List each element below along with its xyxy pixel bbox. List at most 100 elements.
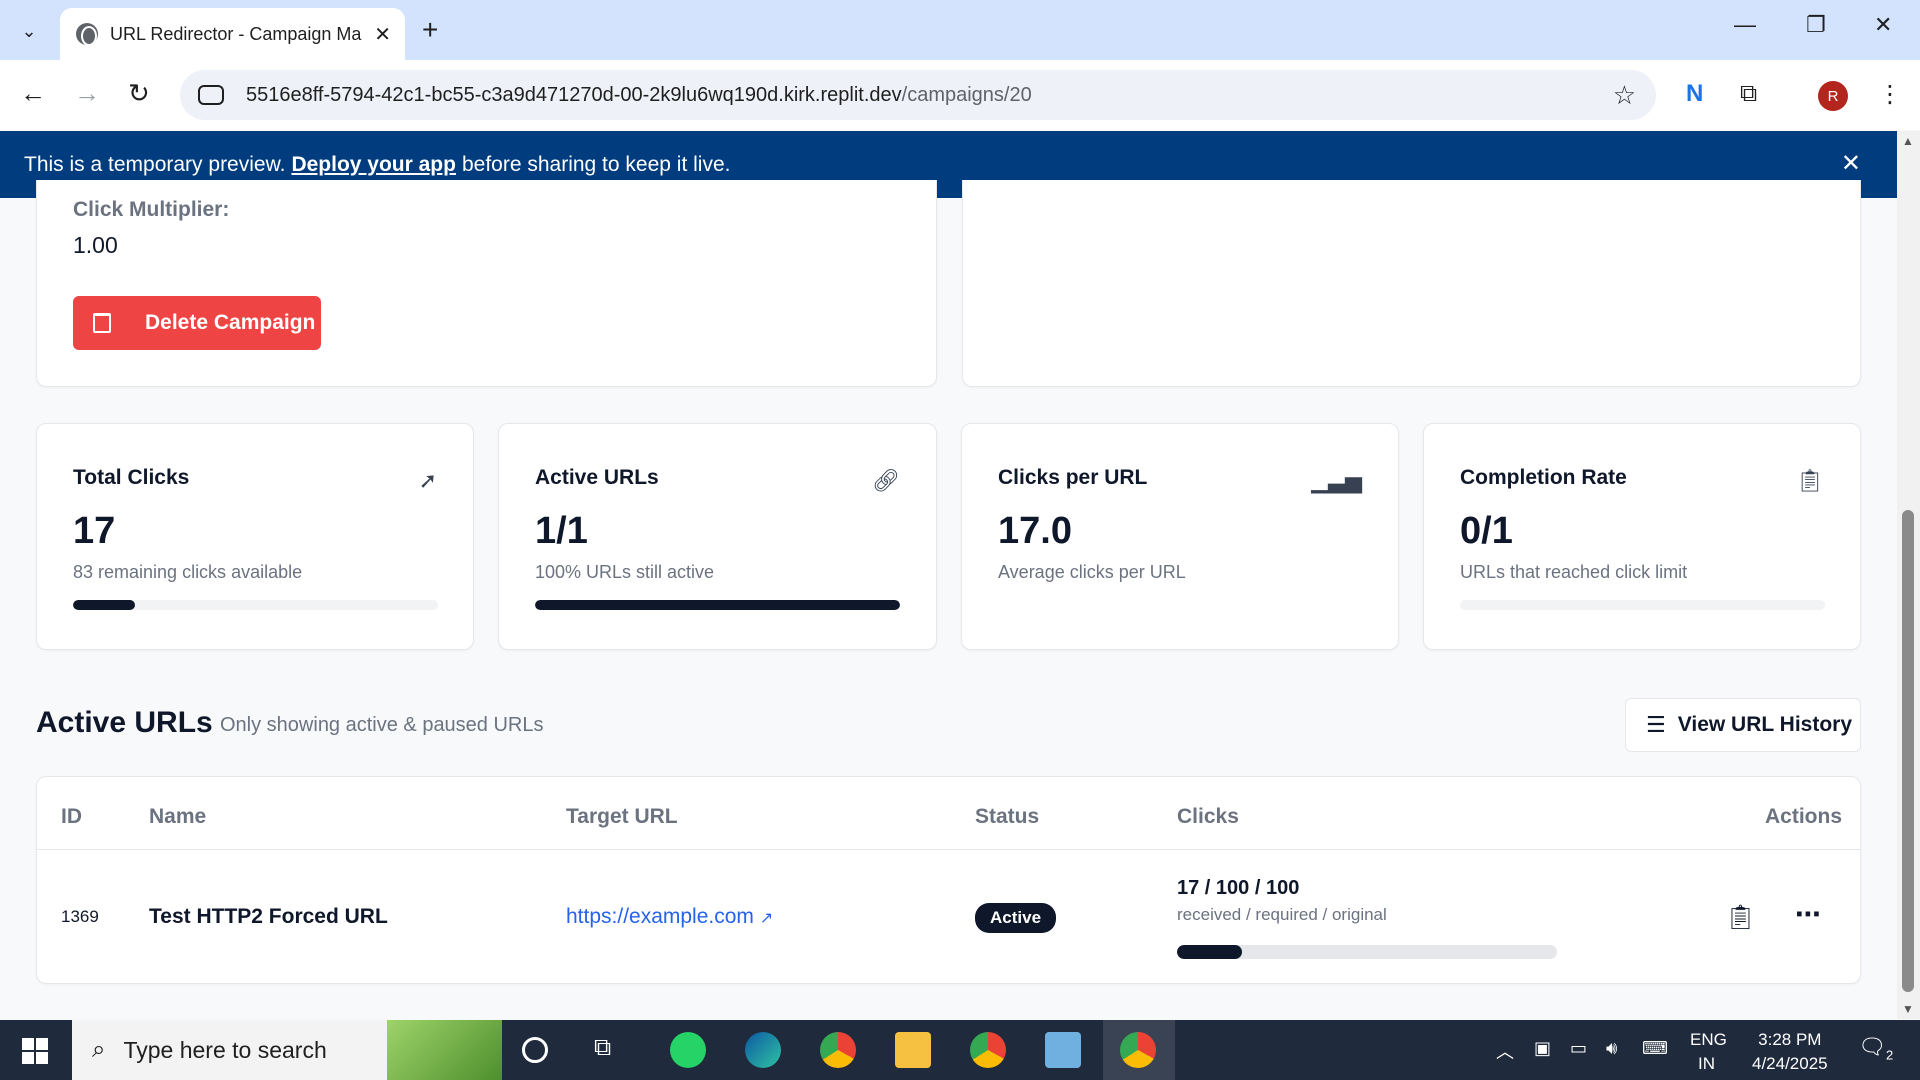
tray-chevron-icon[interactable]: ︿ — [1496, 1038, 1514, 1064]
scroll-down-arrow-icon[interactable]: ▼ — [1902, 1002, 1914, 1016]
column-header: ID — [61, 805, 82, 828]
more-menu-icon[interactable]: ⋮ — [1878, 80, 1902, 109]
address-url: 5516e8ff-5794-42c1-bc55-c3a9d471270d-00-… — [246, 83, 1032, 106]
extensions-puzzle-icon[interactable]: ⧉ — [1740, 80, 1757, 108]
target-url-link[interactable]: https://example.com ↗ — [566, 905, 773, 929]
extension-icon[interactable]: N — [1686, 80, 1703, 108]
file-explorer-icon[interactable] — [895, 1032, 931, 1068]
reload-icon[interactable]: ↻ — [128, 78, 150, 109]
keyboard-icon[interactable]: ⌨ — [1642, 1038, 1668, 1059]
stat-card-clicks-per-url: Clicks per URL ▁▃▅ 17.0 Average clicks p… — [961, 423, 1399, 650]
clicks-count: 17 / 100 / 100 — [1177, 877, 1300, 899]
clipboard-icon[interactable]: 📋︎ — [1725, 903, 1755, 932]
browser-tab[interactable]: URL Redirector - Campaign Ma ✕ — [60, 8, 405, 60]
windows-taskbar: ⌕ Type here to search ⧉ ︿ ▣ ▭ 🔊︎ ⌨ ENG I… — [0, 1020, 1920, 1080]
campaign-details-card: Click Multiplier: 1.00 — [36, 180, 937, 387]
column-header: Actions — [1765, 805, 1843, 828]
stat-progress-bar — [1460, 600, 1825, 610]
urls-table: ID Name Target URL Status Clicks Actions… — [36, 776, 1861, 984]
restore-icon[interactable]: ❐ — [1806, 12, 1826, 38]
notifications-icon[interactable]: 🗨︎2 — [1858, 1034, 1893, 1062]
scroll-up-arrow-icon[interactable]: ▲ — [1902, 134, 1914, 148]
row-name: Test HTTP2 Forced URL — [149, 905, 388, 928]
column-header: Status — [975, 805, 1040, 828]
battery-icon[interactable]: ▭ — [1570, 1038, 1587, 1059]
minimize-icon[interactable]: — — [1734, 12, 1756, 38]
site-info-icon[interactable] — [198, 85, 224, 105]
lang-code: ENG — [1690, 1030, 1727, 1049]
cortana-icon[interactable] — [522, 1037, 548, 1063]
close-window-icon[interactable]: ✕ — [1874, 12, 1892, 38]
volume-icon[interactable]: 🔊︎ — [1606, 1038, 1617, 1059]
banner-text: This is a temporary preview. — [24, 152, 286, 176]
windows-start-icon[interactable] — [22, 1038, 48, 1064]
tab-search-chevron-icon[interactable]: ⌄ — [12, 14, 46, 48]
stat-card-total-clicks: Total Clicks ➚ 17 83 remaining clicks av… — [36, 423, 474, 650]
list-icon: ☰ — [1646, 712, 1666, 737]
more-actions-icon[interactable]: ⋯ — [1795, 899, 1821, 930]
stat-value: 0/1 — [1460, 510, 1513, 552]
view-url-history-label: View URL History — [1677, 713, 1853, 736]
meet-icon[interactable]: ▣ — [1534, 1038, 1551, 1059]
back-icon[interactable]: ← — [20, 78, 46, 109]
stat-title: Completion Rate — [1460, 466, 1627, 489]
search-icon: ⌕ — [92, 1036, 106, 1063]
multiplier-label: Click Multiplier: — [73, 198, 230, 221]
language-indicator[interactable]: ENG IN — [1690, 1028, 1727, 1076]
delete-campaign-button[interactable]: Delete Campaign — [73, 296, 321, 350]
edge-icon[interactable] — [745, 1032, 781, 1068]
clock-time: 3:28 PM — [1758, 1030, 1822, 1049]
scrollbar-thumb[interactable] — [1902, 510, 1914, 992]
profile-avatar[interactable]: R — [1818, 81, 1848, 111]
stat-subtitle: URLs that reached click limit — [1460, 562, 1688, 582]
link-icon: 🔗︎ — [872, 468, 900, 493]
external-link-icon: ↗ — [759, 910, 774, 927]
task-view-icon[interactable]: ⧉ — [594, 1034, 630, 1070]
stat-title: Active URLs — [535, 466, 659, 489]
chrome-profile-r-icon[interactable] — [1120, 1032, 1156, 1068]
deploy-link[interactable]: Deploy your app — [291, 153, 456, 177]
view-url-history-button[interactable]: ☰ View URL History — [1625, 698, 1861, 752]
chrome-profile-g-icon[interactable] — [970, 1032, 1006, 1068]
status-badge: Active — [975, 903, 1057, 933]
delete-campaign-label: Delete Campaign — [145, 311, 316, 334]
clock-date: 4/24/2025 — [1752, 1054, 1828, 1073]
section-title: Active URLs — [36, 706, 213, 739]
search-highlight-image — [387, 1020, 502, 1080]
tab-close-icon[interactable]: ✕ — [374, 22, 391, 47]
stat-title: Total Clicks — [73, 466, 190, 489]
bar-chart-icon: ▁▃▅ — [1311, 468, 1362, 493]
bookmark-star-icon[interactable]: ☆ — [1613, 80, 1636, 111]
address-bar[interactable]: 5516e8ff-5794-42c1-bc55-c3a9d471270d-00-… — [180, 70, 1656, 120]
section-subtitle: Only showing active & paused URLs — [220, 714, 544, 736]
taskbar-search[interactable]: ⌕ Type here to search — [72, 1020, 502, 1080]
stat-value: 1/1 — [535, 510, 588, 552]
taskbar-clock[interactable]: 3:28 PM 4/24/2025 — [1752, 1028, 1828, 1076]
stat-progress-bar — [535, 600, 900, 610]
cursor-icon: ➚ — [418, 468, 437, 493]
campaign-side-card — [962, 180, 1861, 387]
chrome-icon[interactable] — [820, 1032, 856, 1068]
notepad-icon[interactable] — [1045, 1032, 1081, 1068]
column-header: Target URL — [566, 805, 678, 828]
header-divider — [37, 849, 1860, 850]
tab-title: URL Redirector - Campaign Ma — [110, 23, 362, 44]
stat-subtitle: 100% URLs still active — [535, 562, 715, 582]
multiplier-value: 1.00 — [73, 232, 118, 258]
banner-text-after: before sharing to keep it live. — [461, 152, 731, 176]
region-code: IN — [1698, 1054, 1715, 1073]
column-header: Name — [149, 805, 207, 828]
whatsapp-icon[interactable] — [670, 1032, 706, 1068]
stat-value: 17.0 — [998, 510, 1072, 552]
banner-close-icon[interactable]: ✕ — [1841, 149, 1861, 178]
stat-subtitle: Average clicks per URL — [998, 562, 1186, 582]
new-tab-icon[interactable]: + — [422, 14, 438, 46]
row-id: 1369 — [61, 907, 99, 926]
stat-subtitle: 83 remaining clicks available — [73, 562, 303, 582]
stat-title: Clicks per URL — [998, 466, 1148, 489]
clicks-progress-bar — [1177, 945, 1557, 959]
forward-icon[interactable]: → — [74, 78, 100, 109]
browser-toolbar: ← → ↻ 5516e8ff-5794-42c1-bc55-c3a9d47127… — [0, 60, 1920, 130]
search-placeholder: Type here to search — [123, 1036, 327, 1063]
stat-progress-bar — [73, 600, 438, 610]
